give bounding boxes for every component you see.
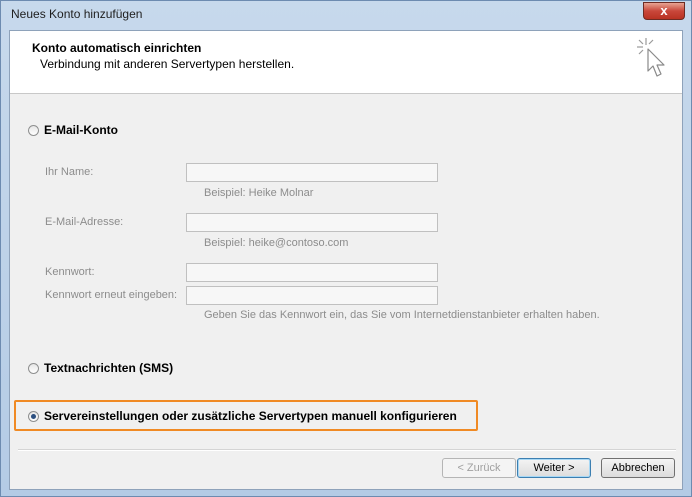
sms-radio[interactable] — [28, 362, 39, 374]
window-title: Neues Konto hinzufügen — [11, 7, 143, 21]
password-label: Kennwort: — [45, 266, 95, 278]
name-field[interactable] — [186, 163, 438, 182]
email-label: E-Mail-Adresse: — [45, 216, 124, 228]
cursor-sparkle-icon — [637, 38, 665, 77]
name-hint: Beispiel: Heike Molnar — [204, 187, 314, 199]
sms-option[interactable]: Textnachrichten (SMS) — [28, 361, 173, 375]
password-field[interactable] — [186, 263, 438, 282]
email-field[interactable] — [186, 213, 438, 232]
email-hint: Beispiel: heike@contoso.com — [204, 237, 349, 249]
manual-config-label: Servereinstellungen oder zusätzliche Ser… — [44, 409, 457, 423]
manual-config-radio[interactable] — [28, 410, 39, 422]
dialog-body: Konto automatisch einrichten Verbindung … — [9, 30, 683, 490]
password-hint: Geben Sie das Kennwort ein, das Sie vom … — [204, 309, 600, 321]
page-subtitle: Verbindung mit anderen Servertypen herst… — [40, 57, 295, 71]
title-bar[interactable]: Neues Konto hinzufügen x — [1, 1, 691, 29]
password-repeat-field[interactable] — [186, 286, 438, 305]
sms-label: Textnachrichten (SMS) — [44, 361, 174, 375]
email-account-option[interactable]: E-Mail-Konto — [28, 123, 118, 137]
next-button[interactable]: Weiter > — [517, 458, 591, 478]
email-account-label: E-Mail-Konto — [44, 123, 118, 137]
close-button[interactable]: x — [643, 2, 685, 20]
back-button[interactable]: < Zurück — [442, 458, 516, 478]
dialog-window: Neues Konto hinzufügen x Konto automatis… — [0, 0, 692, 497]
wizard-header: Konto automatisch einrichten Verbindung … — [10, 31, 682, 94]
footer-divider — [18, 449, 676, 451]
email-account-radio[interactable] — [28, 124, 39, 136]
cancel-button[interactable]: Abbrechen — [601, 458, 675, 478]
name-label: Ihr Name: — [45, 166, 94, 178]
close-icon: x — [660, 3, 668, 18]
password-repeat-label: Kennwort erneut eingeben: — [45, 289, 178, 301]
page-title: Konto automatisch einrichten — [32, 41, 202, 55]
manual-config-option[interactable]: Servereinstellungen oder zusätzliche Ser… — [28, 409, 457, 423]
